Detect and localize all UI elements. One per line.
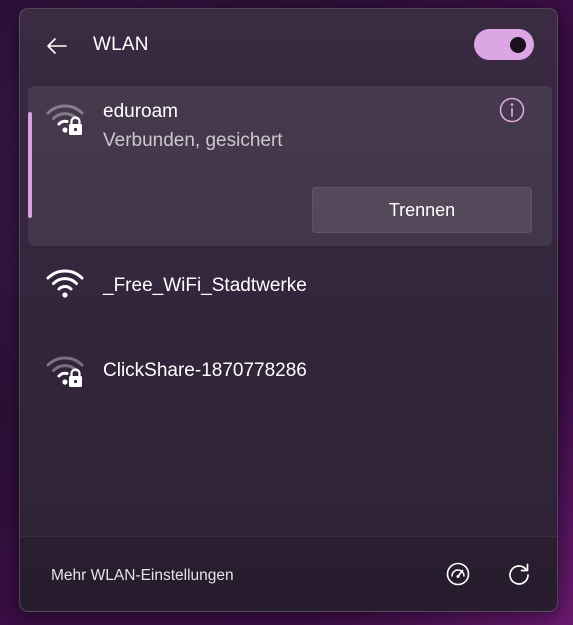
back-arrow-icon — [47, 38, 67, 54]
network-list-item[interactable]: ClickShare-1870778286 — [28, 340, 552, 402]
more-wlan-settings-link[interactable]: Mehr WLAN-Einstellungen — [51, 567, 234, 585]
wlan-flyout-panel: WLAN eduroam Verbunden, gesichert Trenne… — [19, 8, 558, 612]
speedometer-icon[interactable] — [445, 561, 471, 587]
selection-indicator — [28, 112, 32, 218]
connected-network-item[interactable]: eduroam Verbunden, gesichert Trennen — [28, 86, 552, 246]
network-name: _Free_WiFi_Stadtwerke — [103, 275, 307, 296]
flyout-header: WLAN — [20, 9, 557, 81]
wifi-secured-icon — [46, 356, 84, 387]
info-icon[interactable] — [498, 96, 526, 124]
page-title: WLAN — [93, 34, 149, 55]
network-name: ClickShare-1870778286 — [103, 360, 307, 381]
wifi-secured-icon — [46, 104, 84, 135]
back-button[interactable] — [42, 31, 72, 61]
network-status: Verbunden, gesichert — [103, 130, 283, 151]
toggle-knob — [510, 36, 526, 53]
wlan-toggle[interactable] — [474, 29, 534, 60]
wifi-icon — [46, 269, 84, 298]
network-list-item[interactable]: _Free_WiFi_Stadtwerke — [28, 255, 552, 317]
network-name: eduroam — [103, 101, 178, 122]
disconnect-button[interactable]: Trennen — [312, 187, 532, 233]
flyout-footer: Mehr WLAN-Einstellungen — [20, 536, 557, 611]
refresh-icon[interactable] — [506, 561, 532, 587]
